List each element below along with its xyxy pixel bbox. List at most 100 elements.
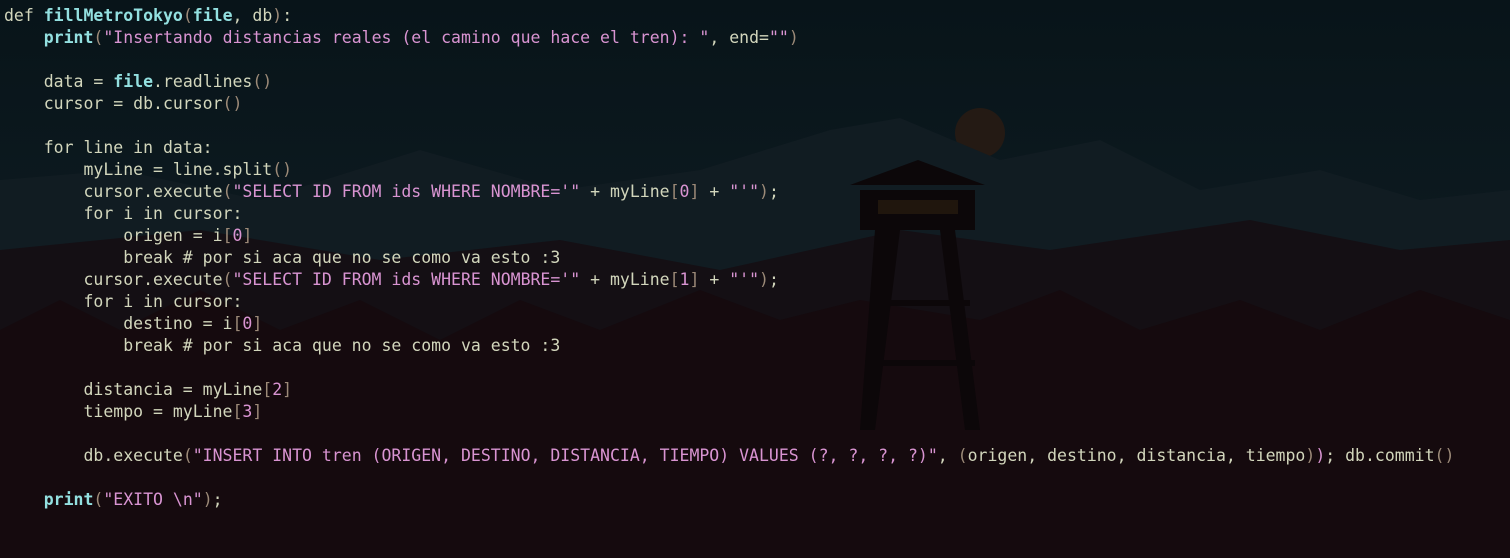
bracket-token: ) [1305,446,1316,465]
builtin-token: print [43,28,94,47]
bracket-token: [ [222,226,233,245]
bracket-token: [ [669,182,680,201]
bracket-token: [ [262,380,273,399]
number-token: 1 [679,270,690,289]
string-token: "'" [729,270,760,289]
code-line[interactable]: print("EXITO \n"); [4,489,1454,511]
code-line[interactable]: for i in cursor: [4,203,1454,225]
bracket-token: () [1434,446,1455,465]
code-token: data = [4,72,114,91]
string-token: "SELECT ID FROM ids WHERE NOMBRE='" [232,182,581,201]
string-token: "EXITO \n" [103,490,203,509]
bracket-token: ( [93,28,104,47]
code-line[interactable]: break # por si aca que no se como va est… [4,247,1454,269]
code-line[interactable]: myLine = line.split() [4,159,1454,181]
string-token: "INSERT INTO tren (ORIGEN, DESTINO, DIST… [192,446,938,465]
bracket-token: ( [222,182,233,201]
string-token: "" [768,28,789,47]
number-token: 3 [242,402,253,421]
code-token: ; db.commit [1325,446,1435,465]
code-line[interactable]: cursor = db.cursor() [4,93,1454,115]
code-line[interactable] [4,357,1454,379]
code-line[interactable]: break # por si aca que no se como va est… [4,335,1454,357]
code-line[interactable]: for i in cursor: [4,291,1454,313]
number-token: 0 [232,226,243,245]
code-token: for line in data: [4,138,213,157]
code-line[interactable]: for line in data: [4,137,1454,159]
code-token: def [4,6,44,25]
builtin-token: file [113,72,154,91]
bracket-token: ( [957,446,968,465]
code-line[interactable]: cursor.execute("SELECT ID FROM ids WHERE… [4,181,1454,203]
string-token: ) [1315,446,1326,465]
bracket-token: [ [232,402,243,421]
bracket-token: ) [759,182,769,201]
code-token: , end= [709,28,769,47]
code-editor[interactable]: def fillMetroTokyo(file, db): print("Ins… [4,5,1454,511]
bracket-token: () [222,94,243,113]
bracket-token: ] [689,270,700,289]
bracket-token: () [272,160,293,179]
code-token: , db [232,6,273,25]
code-token: break # por si aca que no se como va est… [4,248,561,267]
code-token: cursor = db.cursor [4,94,223,113]
bracket-token: [ [669,270,680,289]
builtin-token: print [43,490,94,509]
code-line[interactable]: distancia = myLine[2] [4,379,1454,401]
code-token: ; [768,270,779,289]
code-token: destino = i [4,314,233,333]
builtin-token: fillMetroTokyo [43,6,183,25]
code-line[interactable] [4,467,1454,489]
code-token: break # por si aca que no se como va est… [4,336,561,355]
string-token: "'" [729,182,760,201]
code-line[interactable]: cursor.execute("SELECT ID FROM ids WHERE… [4,269,1454,291]
code-line[interactable]: def fillMetroTokyo(file, db): [4,5,1454,27]
number-token: 0 [679,182,690,201]
string-token: "SELECT ID FROM ids WHERE NOMBRE='" [232,270,581,289]
code-token: + myLine [580,270,670,289]
code-token: cursor.execute [4,182,223,201]
code-line[interactable]: destino = i[0] [4,313,1454,335]
bracket-token: ( [182,6,193,25]
bracket-token: ( [93,490,104,509]
bracket-token: ) [788,28,799,47]
code-line[interactable]: tiempo = myLine[3] [4,401,1454,423]
code-line[interactable]: print("Insertando distancias reales (el … [4,27,1454,49]
bracket-token: () [252,72,273,91]
bracket-token: [ [232,314,243,333]
code-token: , [937,446,958,465]
code-token: .readlines [153,72,253,91]
code-token: + [699,182,730,201]
code-line[interactable] [4,423,1454,445]
bracket-token: ) [759,270,769,289]
bracket-token: ( [182,446,193,465]
code-token: cursor.execute [4,270,223,289]
string-token: "Insertando distancias reales (el camino… [103,28,710,47]
code-line[interactable] [4,49,1454,71]
code-token: origen, destino, distancia, tiempo [967,446,1306,465]
code-line[interactable]: origen = i[0] [4,225,1454,247]
code-token: for i in cursor: [4,204,243,223]
number-token: 2 [272,380,283,399]
code-token: + myLine [580,182,670,201]
code-line[interactable]: data = file.readlines() [4,71,1454,93]
bracket-token: ) [202,490,213,509]
code-token: myLine = line.split [4,160,273,179]
number-token: 0 [242,314,253,333]
builtin-token: file [192,6,233,25]
bracket-token: ] [252,402,263,421]
code-line[interactable]: db.execute("INSERT INTO tren (ORIGEN, DE… [4,445,1454,467]
code-token: tiempo = myLine [4,402,233,421]
bracket-token: ] [282,380,293,399]
code-token: + [699,270,730,289]
code-token: ; [212,490,223,509]
code-line[interactable] [4,115,1454,137]
bracket-token: ( [222,270,233,289]
bracket-token: ) [272,6,283,25]
code-token: distancia = myLine [4,380,263,399]
bracket-token: ] [252,314,263,333]
code-token: for i in cursor: [4,292,243,311]
code-token: origen = i [4,226,223,245]
